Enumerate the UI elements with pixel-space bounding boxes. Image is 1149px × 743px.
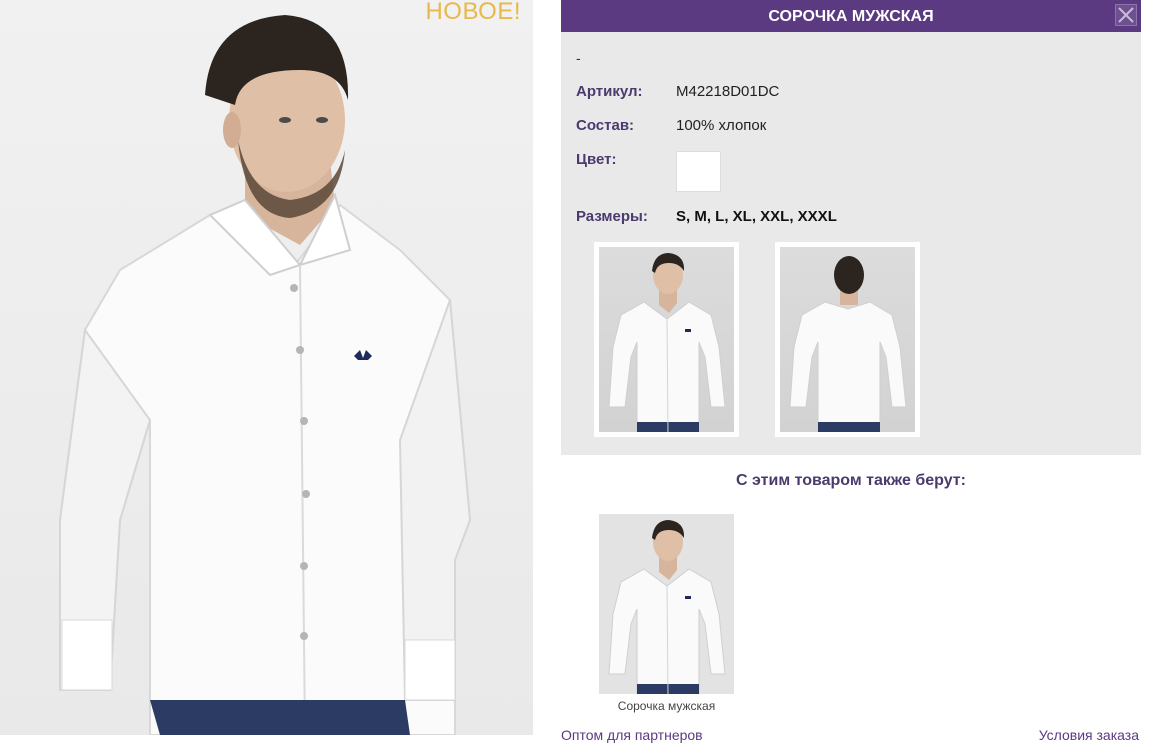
composition-label: Состав:	[576, 117, 635, 134]
thumbnail-back[interactable]	[775, 242, 920, 437]
product-details-panel: СОРОЧКА МУЖСКАЯ - Артикул: M42218D01DC С…	[561, 0, 1141, 455]
product-main-photo: НОВОЕ!	[0, 0, 533, 735]
order-terms-link[interactable]: Условия заказа	[1039, 727, 1139, 743]
related-item-caption[interactable]: Сорочка мужская	[599, 699, 734, 713]
related-product-illustration	[608, 520, 726, 694]
partners-link[interactable]: Оптом для партнеров	[561, 727, 703, 743]
related-item-image[interactable]	[599, 514, 734, 694]
thumbnail-back-image	[780, 247, 915, 432]
close-icon	[1118, 7, 1134, 23]
panel-header: СОРОЧКА МУЖСКАЯ	[561, 0, 1141, 32]
color-label: Цвет:	[576, 151, 617, 168]
product-subtitle-dash: -	[576, 50, 581, 66]
product-title: СОРОЧКА МУЖСКАЯ	[768, 8, 934, 25]
article-value: M42218D01DC	[676, 83, 780, 100]
sizes-value: S, M, L, XL, XXL, XXXL	[676, 208, 837, 225]
article-label: Артикул:	[576, 83, 643, 100]
sizes-label: Размеры:	[576, 208, 648, 225]
close-button[interactable]	[1115, 4, 1137, 26]
model-in-shirt-illustration	[59, 15, 472, 735]
related-title: С этим товаром также берут:	[736, 472, 966, 489]
thumbnail-front[interactable]	[594, 242, 739, 437]
color-swatch[interactable]	[676, 151, 721, 192]
composition-value: 100% хлопок	[676, 117, 767, 134]
new-badge: НОВОЕ!	[425, 0, 521, 25]
thumbnail-front-image	[599, 247, 734, 432]
